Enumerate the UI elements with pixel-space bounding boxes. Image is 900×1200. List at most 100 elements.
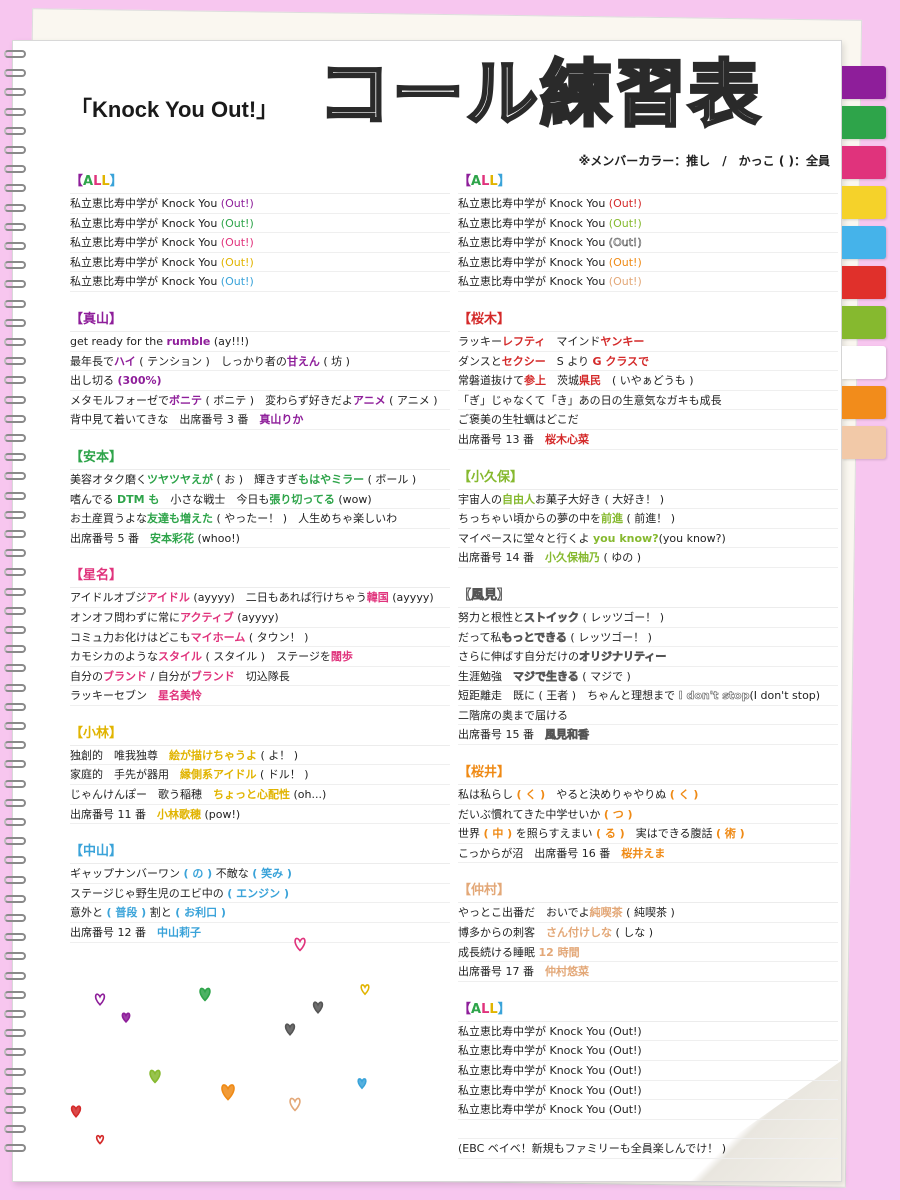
call-text: ストイック	[524, 610, 580, 625]
lyric-text: 最年長で	[70, 354, 114, 368]
call-text: (Out!)	[608, 197, 642, 210]
lyric-text: 私立恵比寿中学が Knock You	[458, 197, 609, 210]
lyric-line	[458, 1120, 838, 1140]
heart-icon	[199, 987, 211, 1002]
binding-ring	[4, 626, 26, 634]
lyric-line: 私立恵比寿中学が Knock You (Out!)	[458, 272, 838, 292]
lyric-section: 【安本】 美容オタク磨くツヤツヤえが ( お ) 輝きすぎもはやミラー ( ボール…	[70, 446, 450, 549]
lyric-line: 私立恵比寿中学が Knock You (Out!)	[458, 214, 838, 234]
binding-ring	[4, 357, 26, 366]
call-text: 絵が描けちゃうよ	[169, 748, 257, 762]
lyric-text: 私立恵比寿中学が Knock You (Out!)	[458, 1064, 642, 1077]
lyric-text: こっからが沼 出席番号 16 番	[458, 846, 622, 860]
color-tab	[842, 226, 886, 259]
lyric-line: 世界 ( 中 ) を照らすえまい ( る ) 実はできる腹話 ( 術 )	[458, 824, 838, 844]
binding-ring	[4, 203, 26, 212]
call-text: 桜井えま	[621, 846, 666, 860]
lyric-line: 私立恵比寿中学が Knock You (Out!)	[458, 233, 838, 253]
binding-ring	[4, 875, 26, 884]
lyric-text: 出席番号 17 番	[458, 965, 545, 979]
section-title: 【風見】	[458, 584, 838, 608]
lyric-text: ラッキー	[458, 334, 502, 348]
lyric-text: 実はできる腹話	[624, 827, 716, 841]
color-tab	[842, 66, 886, 99]
lyric-section: 【中山】 ギャップナンバーワン ( の ) 不敵な ( 笑み ) ステージじゃ野生児…	[70, 840, 450, 943]
lyric-section: 【真山】 get ready for the rumble (ay!!!) 最年長で…	[70, 308, 450, 430]
lyric-text: ( ゆの )	[600, 551, 642, 565]
call-text: もはやミラー	[298, 472, 365, 486]
call-text: アニメ	[352, 393, 386, 407]
lyric-text: 私立恵比寿中学が Knock You	[458, 236, 609, 250]
call-text: ヤンキー	[600, 334, 645, 348]
lyric-text: 私は私らし	[458, 788, 517, 802]
lyric-text: get ready for the	[70, 334, 167, 348]
lyric-text: 私立恵比寿中学が Knock You (Out!)	[458, 1083, 642, 1097]
binding-ring	[4, 88, 26, 97]
lyric-text: 私立恵比寿中学が Knock You	[70, 275, 221, 289]
call-text: 前進	[601, 512, 623, 526]
lyric-text: 背中見て着いてきな 出席番号 3 番	[70, 413, 260, 427]
lyric-line: コミュ力お化けはどこもマイホーム ( タウン！ )	[70, 628, 450, 648]
section-title: 【安本】	[70, 446, 450, 470]
lyric-text: じゃんけんぽー 歌う稲穂	[70, 788, 213, 802]
binding-ring	[4, 971, 26, 980]
binding-ring	[4, 165, 26, 174]
lyric-text: 出し切る	[70, 374, 118, 388]
heart-icon	[221, 1084, 235, 1101]
heart-icon	[284, 1023, 296, 1036]
lyric-text: ( 前進！ )	[623, 512, 676, 526]
call-text: 縁側系アイドル	[180, 768, 257, 782]
lyric-section: 【ALL】 私立恵比寿中学が Knock You (Out!) 私立恵比寿中学が K…	[458, 170, 838, 292]
lyric-line: さらに伸ばす自分だけのオリジナリティー	[458, 647, 838, 667]
lyric-text: 生涯勉強	[458, 669, 513, 683]
call-text: 参上	[524, 374, 546, 388]
lyric-section: 【仲村】 やっとこ出番だ おいでよ純喫茶 ( 純喫茶 ) 博多からの刺客 さん付けし…	[458, 879, 838, 982]
lyric-text: ( タウン！ )	[245, 630, 309, 644]
lyric-text: 割と	[146, 906, 176, 920]
call-text: rumble	[166, 334, 211, 348]
section-title: 【小林】	[70, 722, 450, 746]
section-title: 【真山】	[70, 308, 450, 332]
call-text: 真山りか	[259, 413, 304, 427]
lyric-line: ラッキーセブン 星名美怜	[70, 686, 450, 706]
lyric-line: 私立恵比寿中学が Knock You (Out!)	[458, 194, 838, 214]
call-text: (300%)	[117, 374, 162, 388]
call-text: (Out!)	[220, 216, 254, 230]
lyric-line: 私立恵比寿中学が Knock You (Out!)	[70, 214, 450, 234]
lyric-text: ( ボール )	[364, 472, 417, 486]
section-title: 【仲村】	[458, 879, 838, 904]
call-text: 安本彩花	[150, 531, 194, 545]
lyric-line: 最年長でハイ ( テンション ) しっかり者の甘えん ( 坊 )	[70, 352, 450, 372]
lyric-line: 生涯勉強 マジで生きる ( マジで )	[458, 667, 838, 687]
section-title: 【桜木】	[458, 308, 838, 332]
call-text: ( お利口 )	[175, 906, 226, 920]
lyric-text: 出席番号 11 番	[70, 807, 157, 821]
lyric-line: 「ぎ」じゃなくて「き」あの日の生意気なガキも成長	[458, 391, 838, 411]
lyric-line: 私立恵比寿中学が Knock You (Out!)	[70, 194, 450, 214]
lyric-text: 私立恵比寿中学が Knock You	[70, 197, 221, 210]
color-tab	[842, 386, 886, 419]
call-text: ( 中 )	[483, 827, 513, 841]
lyric-text: 博多からの刺客	[458, 926, 546, 940]
binding-ring	[4, 69, 26, 78]
lyric-text: 出席番号 14 番	[458, 551, 545, 565]
left-column: 【ALL】 私立恵比寿中学が Knock You (Out!) 私立恵比寿中学が K…	[70, 170, 450, 959]
heart-icon	[357, 1078, 367, 1090]
lyric-text: 私立恵比寿中学が Knock You (Out!)	[458, 1103, 642, 1117]
binding-ring	[4, 664, 26, 673]
call-text: 仲村悠菜	[545, 965, 589, 979]
lyric-text: (I don't stop)	[749, 689, 821, 703]
binding-ring	[4, 50, 26, 58]
lyric-text: お菓子大好き ( 大好き！ )	[535, 492, 665, 506]
call-text: (Out!)	[608, 236, 642, 250]
call-text: もっとできる	[501, 630, 567, 644]
binding-ring	[4, 318, 26, 327]
lyric-text: 常磐道抜けて	[458, 374, 524, 388]
lyric-line: ご褒美の生牡蠣はどこだ	[458, 410, 838, 430]
lyric-text: だって私	[458, 630, 502, 644]
lyric-text: 独創的 唯我独尊	[70, 748, 169, 762]
lyric-section: 【ALL】 私立恵比寿中学が Knock You (Out!) 私立恵比寿中学が K…	[70, 170, 450, 292]
lyric-text: ( テンション ) しっかり者の	[135, 354, 287, 368]
lyric-text: 小さな戦士 今日も	[159, 492, 270, 506]
lyric-text: (pow!)	[201, 807, 241, 821]
